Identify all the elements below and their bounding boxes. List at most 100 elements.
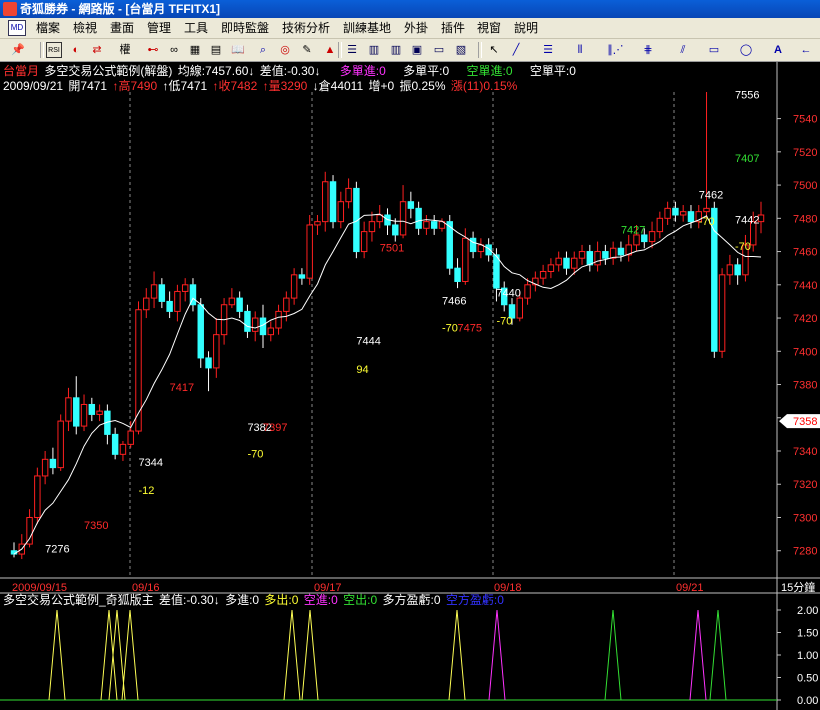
fib-icon[interactable]: ☰ — [540, 42, 556, 58]
alarm-icon[interactable]: ▲ — [322, 42, 338, 58]
ruler-icon[interactable]: ✎ — [299, 42, 315, 58]
glasses-icon[interactable]: ∞ — [166, 42, 182, 58]
refresh-icon[interactable]: ◐ — [68, 42, 84, 58]
annotation-label: 7444 — [356, 336, 380, 348]
menu-plugin[interactable]: 外掛 — [404, 18, 428, 38]
arrow-icon[interactable]: ← — [798, 42, 814, 58]
link-icon[interactable]: ⊷ — [145, 42, 161, 58]
candle-body — [368, 221, 376, 233]
menu-file[interactable]: 檔案 — [36, 18, 60, 38]
parallel-icon[interactable]: ⫽ — [675, 42, 691, 58]
toolbar-separator — [40, 42, 44, 58]
candle-body — [259, 317, 267, 336]
menu-monitor[interactable]: 即時監盤 — [221, 18, 269, 38]
cursor-icon[interactable]: ↖ — [486, 42, 502, 58]
text-icon[interactable]: A — [770, 42, 786, 58]
signal-spike — [604, 609, 622, 701]
candle-body — [329, 181, 337, 223]
menu-addon[interactable]: 插件 — [441, 18, 465, 38]
time-tick-label: 09/21 — [676, 582, 704, 594]
candle-body — [656, 217, 664, 233]
arrows-icon[interactable]: ⇄ — [89, 42, 105, 58]
weight-icon[interactable]: 權 — [117, 42, 133, 58]
candle-body — [119, 443, 127, 455]
price-tick-label: 7520 — [793, 147, 817, 159]
price-tick-label: 7480 — [793, 213, 817, 225]
candle-body — [454, 267, 461, 282]
document-icon[interactable]: MD — [8, 20, 26, 36]
tile-icon[interactable]: ▥ — [388, 42, 404, 58]
tile3-icon[interactable]: ▭ — [431, 42, 447, 58]
candle-body — [213, 334, 220, 369]
chart-area[interactable]: 台當月 多空交易公式範例(解盤) 均線:7457.60↓ 差值:-0.30↓ 多… — [0, 62, 820, 710]
candle-body — [337, 201, 345, 223]
candle-body — [65, 397, 72, 422]
annotation-label: 7442 — [735, 214, 759, 226]
annotation-label: -12 — [139, 485, 155, 497]
indicator-diff: 差值:-0.30↓ — [159, 593, 220, 607]
menu-manage[interactable]: 管理 — [147, 18, 171, 38]
candle-body — [516, 297, 524, 319]
price-tick-label: 7320 — [793, 479, 817, 491]
menu-help[interactable]: 說明 — [514, 18, 538, 38]
fan2-icon[interactable]: ⋰ — [610, 42, 626, 58]
signal-spike — [121, 609, 139, 701]
price-tick-label: 7420 — [793, 313, 817, 325]
annotation-label: -70 — [496, 316, 512, 328]
candle-body — [345, 187, 352, 203]
candle-body — [275, 310, 282, 329]
candle-body — [73, 397, 80, 427]
indicator-tick-label: 0.00 — [797, 695, 818, 707]
signal-spike — [488, 609, 506, 701]
chart-icon[interactable]: ▧ — [453, 42, 469, 58]
list-icon[interactable]: ☰ — [344, 42, 360, 58]
annotation-label: 7440 — [496, 287, 520, 299]
book-icon[interactable]: 📖 — [230, 42, 246, 58]
annotation-label: 7501 — [380, 243, 404, 255]
menu-tools[interactable]: 工具 — [184, 18, 208, 38]
candle-body — [306, 224, 313, 279]
window-icon[interactable]: ▥ — [366, 42, 382, 58]
price-chart[interactable]: 727673507344-12741773827397-707444947501… — [0, 62, 820, 710]
candle-body — [586, 251, 594, 266]
candle-body — [462, 237, 469, 282]
annotation-label: 94 — [356, 364, 368, 376]
search-icon[interactable]: ⌕ — [255, 42, 271, 58]
candle-body — [150, 284, 158, 299]
candle-body — [609, 247, 617, 259]
price-tick-label: 7380 — [793, 380, 817, 392]
ellipse-icon[interactable]: ◯ — [738, 42, 754, 58]
menu-window[interactable]: 視窗 — [477, 18, 501, 38]
menu-view[interactable]: 檢視 — [73, 18, 97, 38]
candle-body — [718, 274, 726, 352]
candle-body — [734, 264, 741, 276]
price-tick-label: 7300 — [793, 512, 817, 524]
candle-body — [415, 207, 422, 229]
indicator-tick-label: 1.50 — [797, 628, 818, 640]
tile2-icon[interactable]: ▣ — [409, 42, 425, 58]
signal-spike — [301, 609, 319, 701]
candle-body — [158, 284, 166, 302]
annotation-label: 7397 — [263, 422, 287, 434]
grid-icon[interactable]: ▦ — [187, 42, 203, 58]
candle-body — [290, 274, 298, 299]
candle-body — [703, 207, 710, 213]
toolbar: 📌 RSI ◐ ⇄ 權 ⊷ ∞ ▦ ▤ 📖 ⌕ ◎ ✎ ▲ ☰ ▥ ▥ ▣ ▭ … — [0, 39, 820, 62]
target-icon[interactable]: ◎ — [277, 42, 293, 58]
annotation-label: 7344 — [139, 457, 163, 469]
menu-technical[interactable]: 技術分析 — [282, 18, 330, 38]
rsi-icon[interactable]: RSI — [46, 42, 62, 58]
line-icon[interactable]: ╱ — [508, 42, 524, 58]
vbar-icon[interactable]: ⦀ — [572, 42, 588, 58]
annotation-label: 7462 — [699, 189, 723, 201]
rect-icon[interactable]: ▭ — [706, 42, 722, 58]
layout-icon[interactable]: ▤ — [208, 42, 224, 58]
menu-screen[interactable]: 畫面 — [110, 18, 134, 38]
candle-body — [26, 516, 33, 545]
candle-body — [251, 317, 259, 332]
menu-training[interactable]: 訓練基地 — [343, 18, 391, 38]
indicator-header: 多空交易公式範例_奇狐版主 差值:-0.30↓ 多進:0 多出:0 空進:0 空… — [3, 593, 506, 607]
pin-icon[interactable]: 📌 — [10, 42, 26, 58]
indicator-long-pl: 多方盈虧:0 — [382, 593, 441, 607]
channel-icon[interactable]: ⋕ — [640, 42, 656, 58]
